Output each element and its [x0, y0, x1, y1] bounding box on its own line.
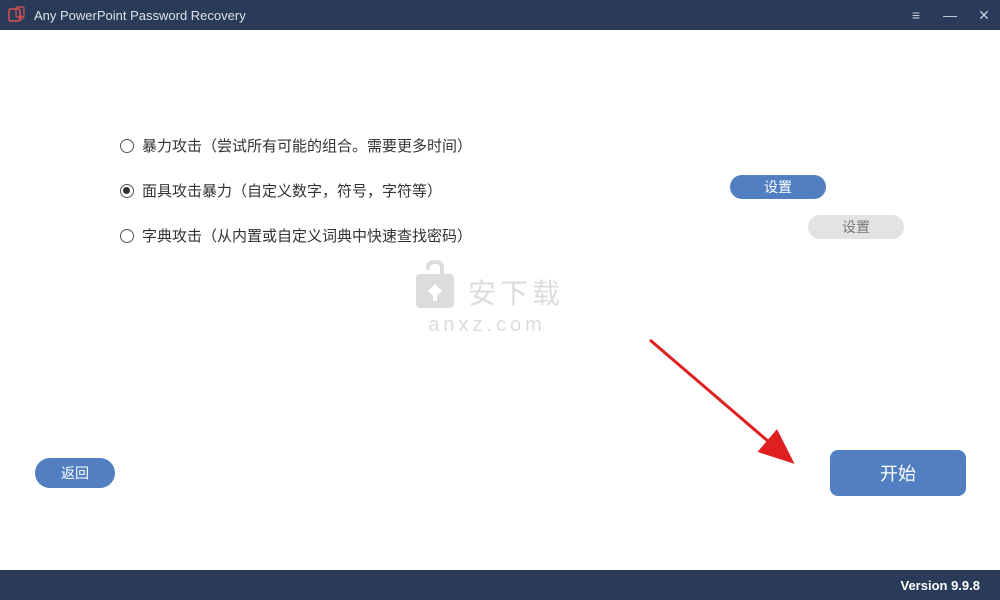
main-panel: 暴力攻击（尝试所有可能的组合。需要更多时间） 面具攻击暴力（自定义数字，符号，字… — [0, 30, 1000, 570]
option-label: 字典攻击（从内置或自定义词典中快速查找密码） — [142, 225, 472, 246]
window-controls: ≡ — ✕ — [908, 8, 992, 22]
watermark-icon: 安下载 — [410, 260, 564, 312]
button-label: 设置 — [764, 177, 792, 197]
app-title: Any PowerPoint Password Recovery — [34, 8, 246, 23]
option-mask-attack[interactable]: 面具攻击暴力（自定义数字，符号，字符等） — [120, 180, 472, 201]
attack-options: 暴力攻击（尝试所有可能的组合。需要更多时间） 面具攻击暴力（自定义数字，符号，字… — [120, 135, 472, 246]
watermark-line2: anxz.com — [410, 314, 564, 337]
settings-button-mask[interactable]: 设置 — [730, 175, 826, 199]
close-icon[interactable]: ✕ — [976, 8, 992, 22]
settings-button-dictionary: 设置 — [808, 215, 904, 239]
radio-icon[interactable] — [120, 229, 134, 243]
button-label: 设置 — [842, 217, 870, 237]
footer: Version 9.9.8 — [0, 570, 1000, 600]
menu-icon[interactable]: ≡ — [908, 8, 924, 22]
watermark: 安下载 anxz.com — [410, 260, 564, 337]
app-icon — [8, 6, 26, 24]
minimize-icon[interactable]: — — [942, 8, 958, 22]
option-dictionary[interactable]: 字典攻击（从内置或自定义词典中快速查找密码） — [120, 225, 472, 246]
option-label: 暴力攻击（尝试所有可能的组合。需要更多时间） — [142, 135, 472, 156]
titlebar-left: Any PowerPoint Password Recovery — [8, 6, 246, 24]
option-brute-force[interactable]: 暴力攻击（尝试所有可能的组合。需要更多时间） — [120, 135, 472, 156]
arrow-annotation — [640, 330, 820, 490]
option-label: 面具攻击暴力（自定义数字，符号，字符等） — [142, 180, 442, 201]
start-button[interactable]: 开始 — [830, 450, 966, 496]
version-label: Version 9.9.8 — [901, 578, 981, 593]
radio-icon[interactable] — [120, 184, 134, 198]
button-label: 开始 — [880, 460, 916, 486]
titlebar: Any PowerPoint Password Recovery ≡ — ✕ — [0, 0, 1000, 30]
back-button[interactable]: 返回 — [35, 458, 115, 488]
button-label: 返回 — [61, 463, 89, 483]
watermark-line1: 安下载 — [468, 272, 564, 312]
radio-icon[interactable] — [120, 139, 134, 153]
